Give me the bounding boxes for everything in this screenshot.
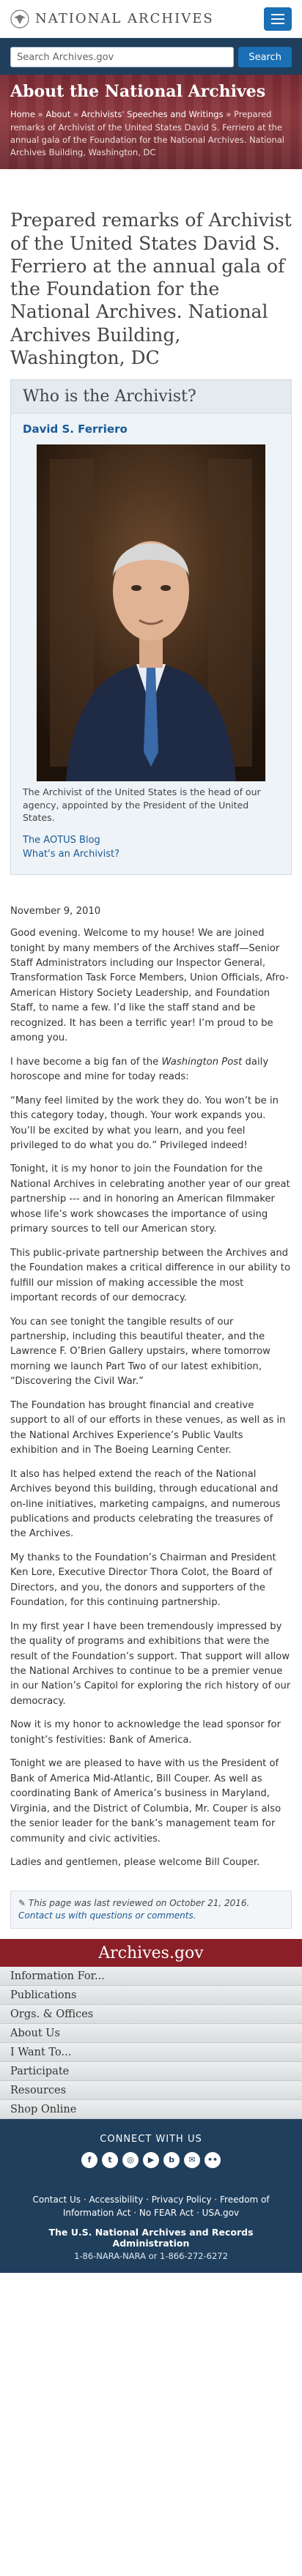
search-bar: Search	[0, 38, 302, 75]
paragraph: It also has helped extend the reach of t…	[10, 1468, 281, 1540]
edit-icon: ✎	[18, 1898, 26, 1909]
page-review-notice: ✎ This page was last reviewed on October…	[10, 1891, 292, 1929]
blog-icon[interactable]: b	[163, 2152, 180, 2169]
contact-link[interactable]: Contact us with questions or comments.	[18, 1910, 196, 1921]
breadcrumb-separator: »	[37, 109, 43, 120]
whats-an-archivist-link[interactable]: What's an Archivist?	[23, 849, 279, 860]
nav-item-shop-online[interactable]: Shop Online	[0, 2100, 302, 2120]
footer-phone: 1-86-NARA-NARA or 1-866-272-6272	[74, 2251, 228, 2262]
footer-links: Contact Us · Accessibility · Privacy Pol…	[32, 2195, 270, 2219]
footer-link-contact[interactable]: Contact Us	[32, 2195, 81, 2205]
archivesgov-bar[interactable]: Archives.gov	[0, 1939, 302, 1968]
logo-text: NATIONAL ARCHIVES	[35, 11, 214, 26]
main-content: Prepared remarks of Archivist of the Uni…	[0, 209, 302, 1929]
eagle-logo-icon	[10, 9, 29, 29]
flickr-icon[interactable]: ••	[205, 2152, 221, 2169]
site-header: NATIONAL ARCHIVES	[0, 0, 302, 38]
paragraph: “Many feel limited by the work they do. …	[10, 1095, 279, 1151]
breadcrumb-separator: »	[73, 109, 79, 120]
sidebox-heading: Who is the Archivist?	[11, 380, 291, 414]
paragraph: You can see tonight the tangible results…	[10, 1316, 270, 1388]
twitter-icon[interactable]: t	[102, 2152, 118, 2169]
page-title: Prepared remarks of Archivist of the Uni…	[10, 209, 292, 368]
email-icon[interactable]: ✉	[184, 2152, 200, 2169]
nav-item-orgs-offices[interactable]: Orgs. & Offices	[0, 2005, 302, 2025]
paragraph: This public-private partnership between …	[10, 1247, 291, 1304]
site-logo[interactable]: NATIONAL ARCHIVES	[10, 9, 264, 29]
facebook-icon[interactable]: f	[81, 2152, 97, 2169]
nav-item-information-for[interactable]: Information For...	[0, 1967, 302, 1987]
section-banner: About the National Archives Home » About…	[0, 75, 302, 170]
breadcrumb-speeches[interactable]: Archivists' Speeches and Writings	[81, 109, 224, 119]
footer-organization: The U.S. National Archives and Records A…	[48, 2227, 254, 2249]
connect-heading: CONNECT WITH US	[100, 2134, 202, 2145]
youtube-icon[interactable]: ▶	[143, 2152, 159, 2169]
instagram-icon[interactable]: ◎	[122, 2152, 139, 2169]
site-footer: CONNECT WITH US f t ◎ ▶ b ✉ •• Contact U…	[0, 2119, 302, 2274]
breadcrumb-home[interactable]: Home	[10, 109, 35, 119]
paragraph: Tonight we are pleased to have with us t…	[10, 1758, 281, 1844]
archivesgov-label: Archives.gov	[98, 1943, 204, 1962]
paragraph: My thanks to the Foundation’s Chairman a…	[10, 1552, 276, 1609]
archivist-sidebox: Who is the Archivist? David S. Ferriero	[10, 379, 292, 875]
footer-link-nofear[interactable]: No FEAR Act	[139, 2208, 194, 2218]
archivist-name[interactable]: David S. Ferriero	[23, 422, 279, 436]
hamburger-menu-icon[interactable]	[264, 7, 292, 31]
social-icons: f t ◎ ▶ b ✉ ••	[9, 2152, 293, 2169]
breadcrumb: Home » About » Archivists' Speeches and …	[10, 108, 292, 159]
breadcrumb-about[interactable]: About	[45, 109, 70, 119]
breadcrumb-separator: »	[226, 109, 232, 120]
search-button[interactable]: Search	[238, 47, 292, 67]
speech-date: November 9, 2010	[10, 905, 101, 917]
footer-nav: Information For... Publications Orgs. & …	[0, 1967, 302, 2120]
footer-link-usagov[interactable]: USA.gov	[202, 2208, 240, 2218]
archivist-portrait	[37, 444, 265, 782]
section-title: About the National Archives	[10, 82, 266, 101]
search-input[interactable]	[10, 47, 235, 67]
paragraph: I have become a big fan of the Washingto…	[10, 1056, 269, 1083]
nav-item-publications[interactable]: Publications	[0, 1986, 302, 2006]
nav-item-about-us[interactable]: About Us	[0, 2024, 302, 2044]
paragraph: The Foundation has brought financial and…	[10, 1399, 286, 1456]
nav-item-i-want-to[interactable]: I Want To...	[0, 2043, 302, 2063]
footer-link-privacy[interactable]: Privacy Policy	[152, 2195, 212, 2205]
aotus-blog-link[interactable]: The AOTUS Blog	[23, 835, 279, 846]
paragraph: Tonight, it is my honor to join the Foun…	[10, 1164, 290, 1235]
nav-item-participate[interactable]: Participate	[0, 2062, 302, 2082]
paragraph: In my first year I have been tremendousl…	[10, 1620, 291, 1707]
review-text: This page was last reviewed on October 2…	[28, 1898, 250, 1909]
paragraph: Ladies and gentlemen, please welcome Bil…	[10, 1857, 260, 1869]
paragraph: Now it is my honor to acknowledge the le…	[10, 1719, 281, 1746]
speech-article: November 9, 2010 Good evening. Welcome t…	[10, 904, 292, 1871]
newspaper-title: Washington Post	[161, 1056, 243, 1068]
nav-item-resources[interactable]: Resources	[0, 2081, 302, 2101]
footer-link-accessibility[interactable]: Accessibility	[89, 2195, 143, 2205]
paragraph: Good evening. Welcome to my house! We ar…	[10, 928, 289, 1044]
portrait-caption: The Archivist of the United States is th…	[23, 786, 261, 824]
